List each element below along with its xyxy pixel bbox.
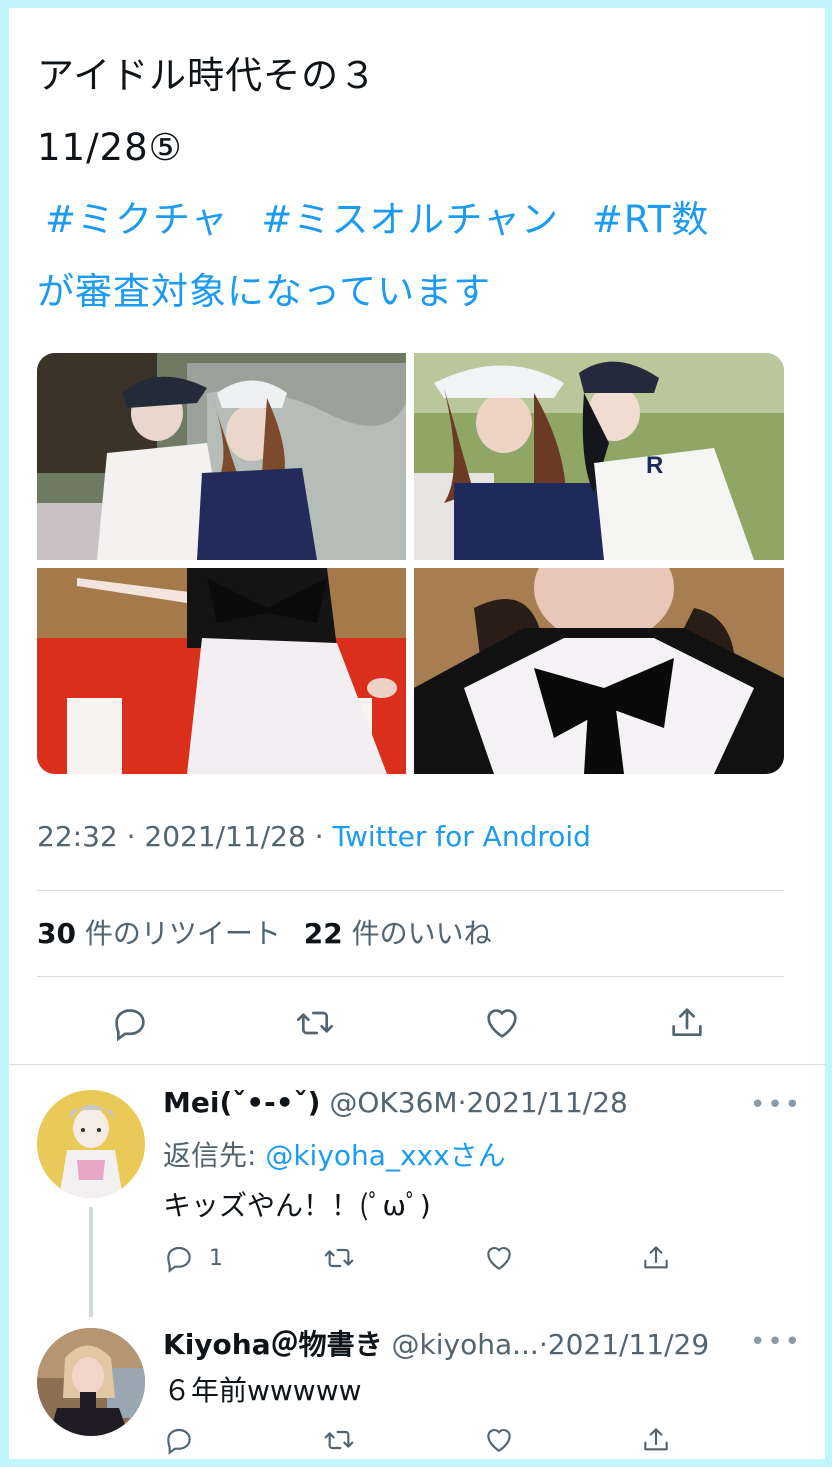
photo-3[interactable]	[37, 568, 406, 774]
reply-icon	[167, 1246, 191, 1273]
tweet-line-2: 11/28⑤	[37, 126, 183, 170]
meta-sep: ·	[126, 820, 136, 853]
hashtag-miss-orchan[interactable]: #ミスオルチャン	[261, 198, 559, 241]
tweet-stats: 30 件のリツイート 22 件のいいね	[37, 912, 492, 952]
photo-1[interactable]	[37, 353, 406, 560]
reply-header: Kiyoha＠物書き @kiyoha...·2021/11/29	[163, 1323, 709, 1363]
tweet-line-4: が審査対象になっています	[37, 270, 492, 314]
reply-actions: 1	[163, 1238, 693, 1278]
likes-link[interactable]: 22 件のいいね	[304, 917, 492, 950]
divider	[37, 890, 784, 891]
reply-button[interactable]: 1	[163, 1238, 223, 1278]
reply-author-handle[interactable]: @kiyoha...	[392, 1328, 539, 1361]
retweet-count: 30	[37, 917, 76, 950]
tweet-source[interactable]: Twitter for Android	[333, 820, 591, 853]
share-icon[interactable]	[640, 1420, 672, 1460]
reply-text: キッズやん！！(ﾟωﾟ)	[163, 1189, 431, 1222]
tweet-text: アイドル時代その３ 11/28⑤ #ミクチャ #ミスオルチャン #RT数 が審査…	[37, 40, 784, 329]
retweet-icon[interactable]	[323, 1238, 355, 1278]
photo-4[interactable]	[414, 568, 784, 774]
tweet-line-1: アイドル時代その３	[37, 54, 378, 97]
meta-sep: ·	[314, 820, 324, 853]
thread-line	[89, 1207, 93, 1317]
photo-2[interactable]: R	[414, 353, 784, 560]
divider	[9, 1064, 825, 1065]
retweets-link[interactable]: 30 件のリツイート	[37, 917, 281, 950]
reply-author-name[interactable]: Mei(ˇ•-•ˇ)	[163, 1086, 320, 1119]
reply-text: ６年前wwwww	[163, 1374, 362, 1407]
reply-author-handle[interactable]: @OK36M	[329, 1086, 457, 1119]
hashtag-line: #ミクチャ #ミスオルチャン #RT数	[37, 184, 784, 256]
meta-sep: ·	[538, 1328, 548, 1361]
media-grid: R	[37, 353, 784, 774]
like-icon[interactable]	[483, 1238, 515, 1278]
like-icon[interactable]	[474, 995, 530, 1051]
reply-date[interactable]: 2021/11/29	[548, 1328, 709, 1361]
tweet-meta: 22:32 · 2021/11/28 · Twitter for Android	[37, 820, 591, 853]
tweet-time: 22:32	[37, 820, 118, 853]
share-icon[interactable]	[640, 1238, 672, 1278]
divider	[37, 976, 784, 977]
more-icon[interactable]: •••	[750, 1090, 802, 1120]
avatar[interactable]	[37, 1328, 145, 1436]
reply-to-suffix: さん	[449, 1139, 506, 1172]
avatar[interactable]	[37, 1090, 145, 1198]
reply-icon[interactable]	[102, 995, 158, 1051]
hashtag-mixchannel-a[interactable]: #ミクチャ	[45, 198, 229, 241]
reply-to-label: 返信先:	[163, 1139, 257, 1172]
share-icon[interactable]	[659, 995, 715, 1051]
hashtag-rt-count[interactable]: #RT数	[592, 198, 710, 241]
retweet-label: 件のリツイート	[84, 917, 281, 950]
reply-author-name[interactable]: Kiyoha＠物書き	[163, 1328, 383, 1361]
reply-count: 1	[209, 1245, 223, 1271]
reply-header: Mei(ˇ•-•ˇ) @OK36M·2021/11/28	[163, 1086, 628, 1119]
svg-text:R: R	[646, 452, 663, 479]
tweet-date[interactable]: 2021/11/28	[144, 820, 305, 853]
like-count: 22	[303, 917, 343, 950]
reply-icon[interactable]	[163, 1420, 195, 1460]
more-icon[interactable]: •••	[750, 1327, 802, 1357]
retweet-icon[interactable]	[287, 995, 343, 1051]
reply-to-user[interactable]: @kiyoha_xxx	[265, 1139, 449, 1172]
like-label: 件のいいね	[351, 917, 492, 950]
tweet-actions	[37, 995, 784, 1051]
reply-actions	[163, 1420, 693, 1460]
like-icon[interactable]	[483, 1420, 515, 1460]
reply-date[interactable]: 2021/11/28	[466, 1086, 627, 1119]
reply-to: 返信先: @kiyoha_xxxさん	[163, 1134, 506, 1174]
retweet-icon[interactable]	[323, 1420, 355, 1460]
